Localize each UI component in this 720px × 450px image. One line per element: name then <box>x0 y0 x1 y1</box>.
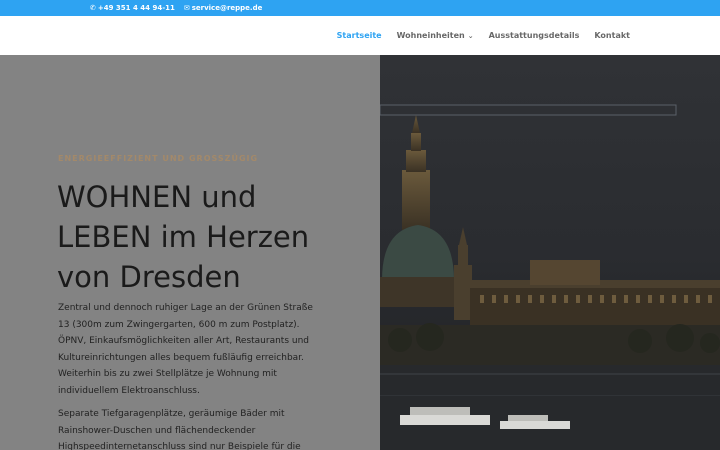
hero-section: ENERGIEEFFIZIENT UND GROSSZÜGIG WOHNEN u… <box>0 55 720 450</box>
nav-item-ausstattungsdetails[interactable]: Ausstattungsdetails <box>489 31 580 40</box>
skyline-illustration <box>380 55 720 450</box>
headline-line-3: von Dresden <box>57 260 241 294</box>
phone-number: +49 351 4 44 94-11 <box>97 4 175 12</box>
headline-line-2: LEBEN im Herzen <box>57 220 310 254</box>
nav-label: Kontakt <box>594 31 630 40</box>
hero-headline: WOHNEN und LEBEN im Herzen von Dresden <box>57 177 357 297</box>
hero-paragraph-1: Zentral und dennoch ruhiger Lage an der … <box>58 303 313 396</box>
nav-label: Startseite <box>336 31 382 40</box>
hero-eyebrow: ENERGIEEFFIZIENT UND GROSSZÜGIG <box>58 154 259 163</box>
main-nav: Startseite Wohneinheiten ⌄ Ausstattungsd… <box>337 31 630 40</box>
site-header: Startseite Wohneinheiten ⌄ Ausstattungsd… <box>0 16 720 55</box>
dresden-skyline-photo <box>380 55 720 450</box>
nav-item-startseite[interactable]: Startseite <box>337 31 382 40</box>
headline-line-1: WOHNEN und <box>57 180 257 214</box>
nav-label: Wohneinheiten <box>396 31 465 40</box>
hero-text-panel: ENERGIEEFFIZIENT UND GROSSZÜGIG WOHNEN u… <box>0 55 380 450</box>
envelope-icon: ✉ <box>183 3 190 12</box>
chevron-down-icon: ⌄ <box>467 31 474 40</box>
hero-paragraph-2: Separate Tiefgaragenplätze, geräumige Bä… <box>58 409 301 450</box>
nav-label: Ausstattungsdetails <box>488 31 580 40</box>
email-address: service@reppe.de <box>191 4 263 12</box>
email-link[interactable]: ✉ service@reppe.de <box>184 4 263 12</box>
contact-info: ✆ +49 351 4 44 94-11 ✉ service@reppe.de <box>90 4 262 12</box>
phone-link[interactable]: ✆ +49 351 4 44 94-11 <box>90 4 175 12</box>
phone-icon: ✆ <box>90 3 96 12</box>
top-bar: ✆ +49 351 4 44 94-11 ✉ service@reppe.de <box>0 0 720 16</box>
nav-item-wohneinheiten[interactable]: Wohneinheiten ⌄ <box>397 31 474 40</box>
nav-item-kontakt[interactable]: Kontakt <box>594 31 630 40</box>
